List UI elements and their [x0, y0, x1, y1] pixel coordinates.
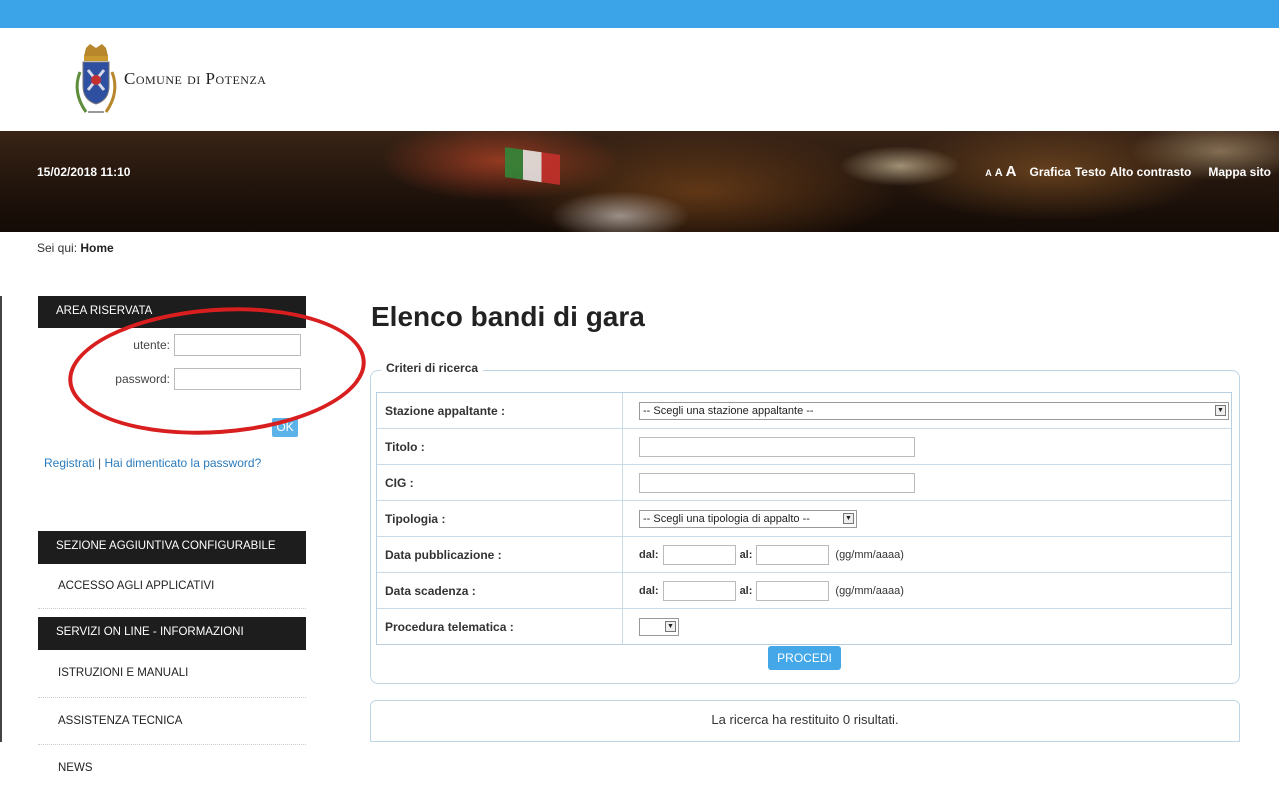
pubblicazione-label: Data pubblicazione :: [377, 537, 623, 572]
procedi-button[interactable]: PROCEDI: [768, 646, 841, 670]
forgot-password-link[interactable]: Hai dimenticato la password?: [105, 456, 262, 470]
titolo-label: Titolo :: [377, 429, 623, 464]
account-links: Registrati | Hai dimenticato la password…: [44, 456, 261, 470]
top-color-bar: [0, 0, 1279, 28]
chevron-down-icon: ▼: [1215, 404, 1226, 416]
search-criteria-legend: Criteri di ricerca: [381, 361, 484, 375]
row-telematica: Procedura telematica : ▼: [377, 609, 1231, 644]
password-input[interactable]: [174, 368, 301, 390]
accessibility-links: A A A Grafica Testo Alto contrasto Mappa…: [985, 163, 1271, 180]
row-titolo: Titolo :: [377, 429, 1231, 465]
sidebar-item-applicativi[interactable]: ACCESSO AGLI APPLICATIVI: [38, 564, 306, 609]
username-label: utente:: [133, 338, 170, 352]
scadenza-al-input[interactable]: [756, 580, 830, 601]
coat-of-arms-icon: [68, 42, 120, 122]
scadenza-al-label: al:: [739, 584, 753, 597]
font-size-large[interactable]: A: [1006, 163, 1017, 180]
header-banner: 15/02/2018 11:10 A A A Grafica Testo Alt…: [0, 131, 1279, 232]
site-logo[interactable]: Comune di Potenza: [68, 42, 266, 122]
stazione-selected: -- Scegli una stazione appaltante --: [643, 404, 814, 417]
stazione-select[interactable]: -- Scegli una stazione appaltante -- ▼: [639, 401, 1229, 420]
sidebar: AREA RISERVATA utente: password: OK Regi…: [38, 296, 306, 791]
tipologia-selected: -- Scegli una tipologia di appalto --: [643, 512, 810, 525]
font-size-switcher: A A A: [985, 163, 1016, 180]
tipologia-label: Tipologia :: [377, 501, 623, 536]
chevron-down-icon: ▼: [843, 512, 854, 524]
font-size-small[interactable]: A: [985, 168, 992, 178]
left-edge-border: [0, 296, 2, 742]
login-ok-button[interactable]: OK: [272, 418, 298, 437]
username-row: utente:: [38, 334, 301, 356]
telematica-select[interactable]: ▼: [639, 617, 679, 636]
sidebar-item-istruzioni[interactable]: ISTRUZIONI E MANUALI: [38, 650, 306, 698]
configurable-section-header: SEZIONE AGGIUNTIVA CONFIGURABILE: [38, 531, 306, 564]
link-alto-contrasto[interactable]: Alto contrasto: [1110, 165, 1191, 179]
link-grafica[interactable]: Grafica: [1030, 165, 1071, 179]
stazione-label: Stazione appaltante :: [377, 393, 623, 428]
pubblicazione-al-input[interactable]: [756, 544, 830, 565]
cig-label: CIG :: [377, 465, 623, 500]
login-form: utente: password: OK Registrati | Hai di…: [38, 334, 306, 484]
scadenza-dal-label: dal:: [639, 584, 659, 597]
titolo-input[interactable]: [639, 436, 915, 457]
password-row: password:: [38, 368, 301, 390]
chevron-down-icon: ▼: [665, 620, 676, 632]
row-pubblicazione: Data pubblicazione : dal: al: (gg/mm/aaa…: [377, 537, 1231, 573]
link-separator: |: [98, 456, 102, 470]
reserved-area-header: AREA RISERVATA: [38, 296, 306, 328]
link-mappa-sito[interactable]: Mappa sito: [1208, 165, 1271, 179]
register-link[interactable]: Registrati: [44, 456, 95, 470]
flag-decoration: [505, 147, 560, 185]
sidebar-item-assistenza[interactable]: ASSISTENZA TECNICA: [38, 698, 306, 745]
row-cig: CIG :: [377, 465, 1231, 501]
scadenza-date-hint: (gg/mm/aaaa): [835, 584, 904, 597]
current-datetime: 15/02/2018 11:10: [37, 165, 131, 179]
breadcrumb-home[interactable]: Home: [80, 241, 113, 255]
password-label: password:: [115, 372, 170, 386]
pubblicazione-dal-label: dal:: [639, 548, 659, 561]
logo-text: Comune di Potenza: [124, 69, 267, 88]
link-testo[interactable]: Testo: [1075, 165, 1106, 179]
online-services-header: SERVIZI ON LINE - INFORMAZIONI: [38, 617, 306, 650]
search-criteria-table: Stazione appaltante : -- Scegli una staz…: [376, 392, 1232, 645]
sidebar-item-news[interactable]: NEWS: [38, 745, 306, 791]
row-stazione: Stazione appaltante : -- Scegli una staz…: [377, 393, 1231, 429]
result-message: La ricerca ha restituito 0 risultati.: [370, 700, 1240, 742]
tipologia-select[interactable]: -- Scegli una tipologia di appalto -- ▼: [639, 509, 857, 528]
font-size-medium[interactable]: A: [995, 167, 1003, 179]
telematica-label: Procedura telematica :: [377, 609, 623, 644]
row-scadenza: Data scadenza : dal: al: (gg/mm/aaaa): [377, 573, 1231, 609]
row-tipologia: Tipologia : -- Scegli una tipologia di a…: [377, 501, 1231, 537]
pubblicazione-dal-input[interactable]: [662, 544, 736, 565]
scadenza-label: Data scadenza :: [377, 573, 623, 608]
scadenza-dal-input[interactable]: [662, 580, 736, 601]
page-title: Elenco bandi di gara: [371, 301, 645, 332]
pubblicazione-date-hint: (gg/mm/aaaa): [835, 548, 904, 561]
display-mode-links: Grafica Testo Alto contrasto: [1030, 165, 1192, 179]
username-input[interactable]: [174, 334, 301, 356]
pubblicazione-al-label: al:: [739, 548, 753, 561]
breadcrumb-prefix: Sei qui:: [37, 241, 78, 255]
cig-input[interactable]: [639, 472, 915, 493]
breadcrumb: Sei qui: Home: [37, 241, 114, 255]
